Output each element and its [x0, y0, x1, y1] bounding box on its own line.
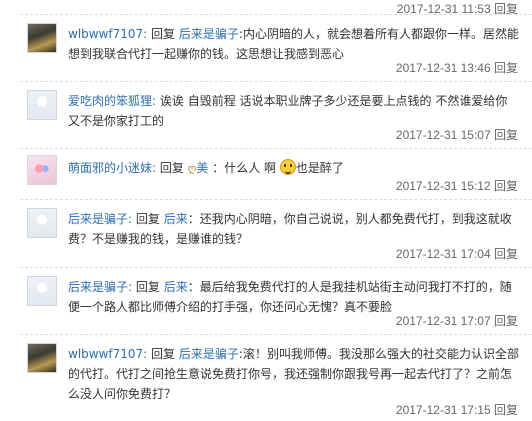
- reply-verb: 回复: [135, 212, 160, 226]
- reply-item: wlbwwf7107: 回复 后来是骗子:内心阴暗的人，就会想着所有人都跟你一样…: [20, 15, 532, 82]
- reply-target-link[interactable]: 美: [196, 161, 208, 175]
- reply-body: wlbwwf7107: 回复 后来是骗子:滚！别叫我师傅。我没那么强大的社交能力…: [68, 344, 522, 404]
- reply-body: 爱吃肉的笨狐狸: 诶诶 自毁前程 话说本职业牌子多少还是要上点钱的 不然谁爱给你…: [68, 91, 522, 131]
- reply-verb: 回复: [151, 27, 176, 41]
- avatar[interactable]: [27, 343, 57, 373]
- reply-text: 最后给我免费代打的人是我挂机站街主动问我打不打的，随便一个路人都比师傅介绍的打手…: [68, 280, 512, 314]
- reply-body: 后来是骗子: 回复 后来：最后给我免费代打的人是我挂机站街主动问我打不打的，随便…: [68, 277, 522, 317]
- reply-target-suffix: ：: [187, 212, 200, 226]
- timestamp: 2017-12-31 15:12 回复: [395, 179, 518, 193]
- reply-target-suffix: ：什么人 啊: [212, 161, 277, 175]
- reply-body: wlbwwf7107: 回复 后来是骗子:内心阴暗的人，就会想着所有人都跟你一样…: [68, 24, 522, 64]
- reply-item: 后来是骗子: 回复 后来：还我内心阴暗，你自己说说，别人都免费代打，到我这就收费…: [20, 200, 532, 268]
- username-link[interactable]: wlbwwf7107:: [68, 27, 147, 41]
- timestamp: 2017-12-31 15:07 回复: [395, 128, 518, 142]
- avatar[interactable]: [27, 90, 57, 120]
- reply-body: 后来是骗子: 回复 后来：还我内心阴暗，你自己说说，别人都免费代打，到我这就收费…: [68, 209, 522, 249]
- reply-item: 后来是骗子: 回复 后来：最后给我免费代打的人是我挂机站街主动问我打不打的，随便…: [20, 268, 532, 335]
- reply-item: wlbwwf7107: 回复 后来是骗子:滚！别叫我师傅。我没那么强大的社交能力…: [20, 335, 532, 421]
- reply-verb: 回复: [135, 280, 160, 294]
- username-link[interactable]: wlbwwf7107:: [68, 347, 147, 361]
- reply-item: 爱吃肉的笨狐狸: 诶诶 自毁前程 话说本职业牌子多少还是要上点钱的 不然谁爱给你…: [20, 82, 532, 149]
- timestamp: 2017-12-31 17:07 回复: [395, 314, 518, 328]
- smiley-emoji-icon: [279, 159, 296, 175]
- reply-body: 萌面邪的小迷妹: 回复 ღ美 ：什么人 啊 也是醉了: [68, 158, 522, 179]
- reply-target-link[interactable]: 后来: [164, 280, 188, 294]
- username-link[interactable]: 后来是骗子:: [68, 212, 132, 226]
- reply-verb: 回复: [151, 347, 176, 361]
- reply-item: 萌面邪的小迷妹: 回复 ღ美 ：什么人 啊 也是醉了 2017-12-31 15…: [20, 149, 532, 200]
- avatar[interactable]: [27, 208, 57, 238]
- avatar[interactable]: [27, 276, 57, 306]
- reply-target-suffix: ：: [187, 280, 200, 294]
- reply-target-link[interactable]: 后来: [164, 212, 188, 226]
- reply-target-link[interactable]: 后来是骗子: [179, 27, 239, 41]
- reply-verb: 回复: [159, 161, 184, 175]
- timestamp: 2017-12-31 17:04 回复: [395, 247, 518, 261]
- username-link[interactable]: 萌面邪的小迷妹:: [68, 161, 156, 175]
- username-link[interactable]: 爱吃肉的笨狐狸:: [68, 94, 156, 108]
- avatar[interactable]: [27, 23, 57, 53]
- timestamp: 2017-12-31 13:46 回复: [395, 61, 518, 75]
- reply-text: 还我内心阴暗，你自己说说，别人都免费代打，到我这就收费？不是赚我的钱，是赚谁的钱…: [68, 212, 512, 246]
- reply-target-link[interactable]: 后来是骗子: [179, 347, 239, 361]
- avatar[interactable]: [27, 155, 57, 185]
- username-link[interactable]: 后来是骗子:: [68, 280, 132, 294]
- reply-text: 也是醉了: [295, 161, 344, 175]
- timestamp: 2017-12-31 17:15 回复: [395, 403, 518, 417]
